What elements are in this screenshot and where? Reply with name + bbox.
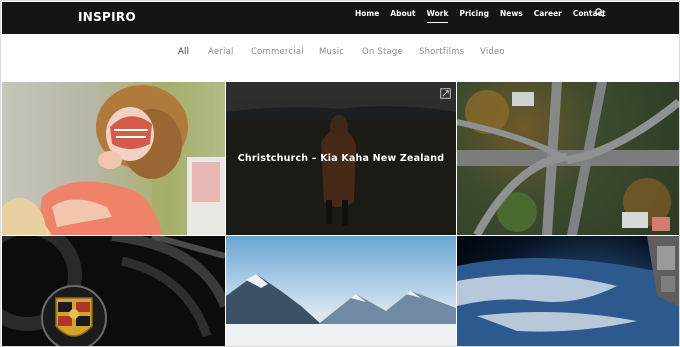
filter-video[interactable]: Video bbox=[480, 47, 505, 57]
site-logo[interactable]: INSPIRO bbox=[78, 10, 136, 24]
aerial-interchange-photo bbox=[457, 82, 679, 235]
portfolio-item-steering-wheel[interactable] bbox=[2, 236, 225, 346]
portfolio-filter-bar: All Aerial Commercial Music On Stage Sho… bbox=[1, 47, 679, 61]
filter-commercial[interactable]: Commercial bbox=[251, 47, 304, 57]
nav-news[interactable]: News bbox=[500, 9, 523, 19]
top-header: INSPIRO Home About Work Pricing News Car… bbox=[2, 2, 679, 34]
nav-about[interactable]: About bbox=[390, 9, 415, 19]
portfolio-item-earth-from-space[interactable] bbox=[457, 236, 679, 346]
nav-career[interactable]: Career bbox=[534, 9, 562, 19]
filter-shortfilms[interactable]: Shortfilms bbox=[419, 47, 464, 57]
steering-wheel-photo bbox=[2, 236, 225, 346]
search-icon[interactable] bbox=[595, 8, 604, 17]
portfolio-item-snowy-mountains[interactable] bbox=[226, 236, 456, 346]
main-nav: Home About Work Pricing News Career Cont… bbox=[355, 9, 617, 23]
portfolio-item-face-paint[interactable] bbox=[2, 82, 225, 235]
nav-pricing[interactable]: Pricing bbox=[459, 9, 489, 19]
nav-home[interactable]: Home bbox=[355, 9, 379, 19]
page: INSPIRO Home About Work Pricing News Car… bbox=[0, 0, 680, 347]
earth-from-space-photo bbox=[457, 236, 679, 346]
filter-music[interactable]: Music bbox=[319, 47, 344, 57]
portfolio-item-aerial-interchange[interactable] bbox=[457, 82, 679, 235]
portfolio-item-title[interactable]: Christchurch – Kia Kaha New Zealand bbox=[226, 153, 456, 164]
face-paint-photo bbox=[2, 82, 225, 235]
nav-work[interactable]: Work bbox=[426, 9, 448, 23]
expand-icon[interactable] bbox=[440, 88, 451, 99]
filter-all[interactable]: All bbox=[178, 47, 189, 57]
portfolio-item-christchurch[interactable]: Christchurch – Kia Kaha New Zealand bbox=[226, 82, 456, 235]
filter-aerial[interactable]: Aerial bbox=[208, 47, 234, 57]
filter-on-stage[interactable]: On Stage bbox=[362, 47, 403, 57]
snowy-mountains-photo bbox=[226, 274, 456, 346]
